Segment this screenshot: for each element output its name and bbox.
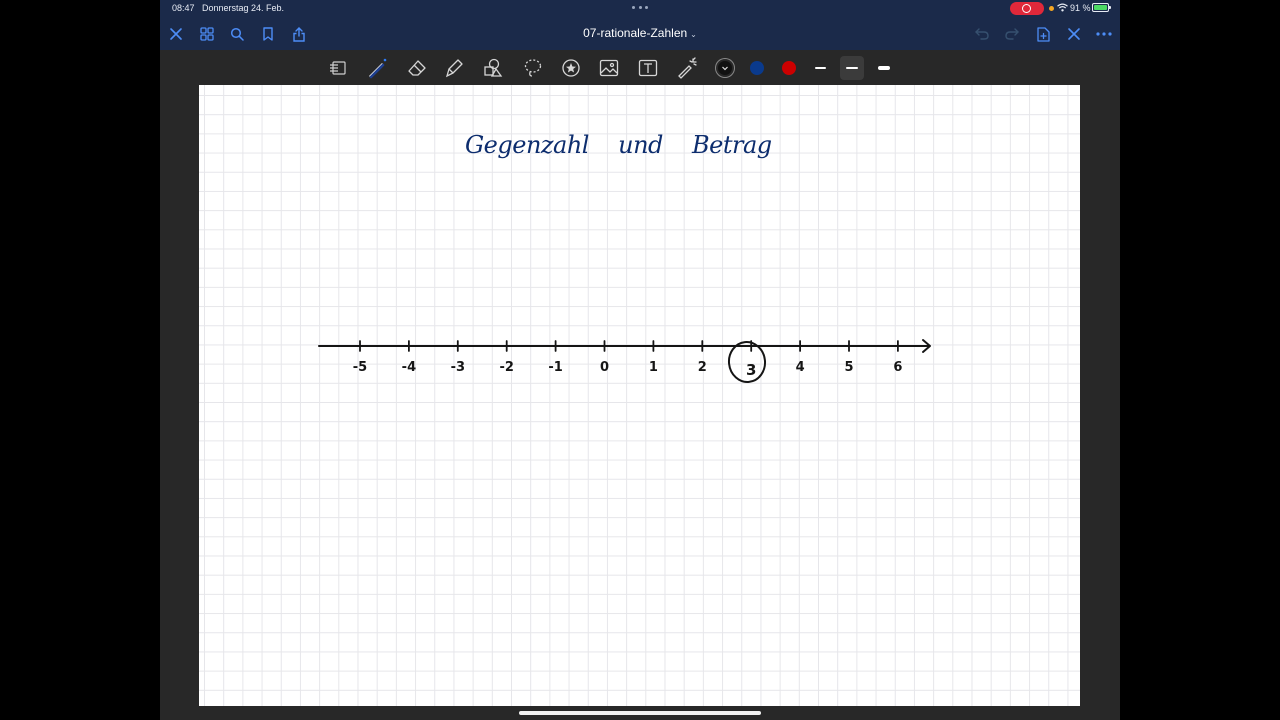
camera-indicator-icon xyxy=(1049,6,1054,11)
text-icon[interactable] xyxy=(636,56,660,80)
number-line-label: 0 xyxy=(600,360,609,375)
add-page-icon[interactable] xyxy=(1033,24,1053,44)
status-time: 08:47 xyxy=(172,3,195,13)
thumbnails-icon[interactable] xyxy=(197,24,217,44)
battery-percentage: 91 % xyxy=(1070,3,1091,13)
shapes-icon[interactable] xyxy=(481,56,505,80)
multitasking-dots-icon[interactable] xyxy=(632,4,648,10)
color-swatch-black[interactable] xyxy=(718,61,732,75)
number-line-labels: -5 -4 -3 -2 -1 0 1 2 3 4 5 6 xyxy=(353,360,903,379)
laser-pointer-icon[interactable] xyxy=(675,56,699,80)
highlighter-icon[interactable] xyxy=(443,56,467,80)
share-icon[interactable] xyxy=(289,24,309,44)
stroke-width-thin-button[interactable] xyxy=(808,56,832,80)
number-line-label: -3 xyxy=(451,360,465,375)
status-bar: 08:47 Donnerstag 24. Feb. 91 % xyxy=(160,0,1120,18)
number-line-label: 2 xyxy=(698,360,707,375)
number-line-label: 4 xyxy=(796,360,805,375)
ipad-screen: 08:47 Donnerstag 24. Feb. 91 % 07-ration… xyxy=(160,0,1120,720)
number-line-label: 3 xyxy=(746,361,756,379)
eraser-icon[interactable] xyxy=(405,56,429,80)
stroke-width-thick-button[interactable] xyxy=(872,56,896,80)
status-date: Donnerstag 24. Feb. xyxy=(202,3,285,13)
redo-icon[interactable] xyxy=(1002,24,1022,44)
wifi-icon xyxy=(1057,3,1068,12)
document-title-menu[interactable]: 07-rationale-Zahlen ⌄ xyxy=(540,26,740,40)
color-swatch-blue[interactable] xyxy=(750,61,764,75)
number-line: -5 -4 -3 -2 -1 0 1 2 3 4 5 6 xyxy=(318,339,931,383)
search-icon[interactable] xyxy=(227,24,247,44)
close-icon[interactable] xyxy=(166,24,186,44)
image-icon[interactable] xyxy=(597,56,621,80)
number-line-label: -2 xyxy=(499,360,513,375)
note-heading: Gegenzahl und Betrag xyxy=(465,131,772,159)
number-line-label: -5 xyxy=(353,360,367,375)
number-line-label: -4 xyxy=(402,360,416,375)
number-line-label: 1 xyxy=(649,360,658,375)
pen-icon[interactable] xyxy=(365,56,389,80)
chevron-down-icon: ⌄ xyxy=(690,30,697,39)
drawing-toolbar xyxy=(160,50,1120,85)
page-tool-icon[interactable] xyxy=(326,56,350,80)
number-line-label: 6 xyxy=(893,360,902,375)
close-icon[interactable] xyxy=(1064,24,1084,44)
number-line-label: 5 xyxy=(844,360,853,375)
bookmark-icon[interactable] xyxy=(258,24,278,44)
screen-recording-icon[interactable] xyxy=(1010,2,1044,15)
document-title: 07-rationale-Zahlen xyxy=(583,26,688,40)
sticker-icon[interactable] xyxy=(559,56,583,80)
notebook-page[interactable]: Gegenzahl und Betrag -5 -4 -3 -2 -1 0 1 2 3 4 5 6 xyxy=(199,85,1080,706)
number-line-label: -1 xyxy=(548,360,562,375)
home-indicator[interactable] xyxy=(519,711,761,715)
navigation-bar: 07-rationale-Zahlen ⌄ xyxy=(160,18,1120,50)
more-icon[interactable] xyxy=(1094,24,1114,44)
lasso-icon[interactable] xyxy=(521,56,545,80)
stroke-width-medium-button[interactable] xyxy=(840,56,864,80)
color-swatch-red[interactable] xyxy=(782,61,796,75)
undo-icon[interactable] xyxy=(972,24,992,44)
handwritten-notes: Gegenzahl und Betrag -5 -4 -3 -2 -1 0 1 2 3 4 5 6 xyxy=(318,131,931,383)
battery-level-fill xyxy=(1094,5,1107,10)
battery-icon xyxy=(1092,3,1111,12)
